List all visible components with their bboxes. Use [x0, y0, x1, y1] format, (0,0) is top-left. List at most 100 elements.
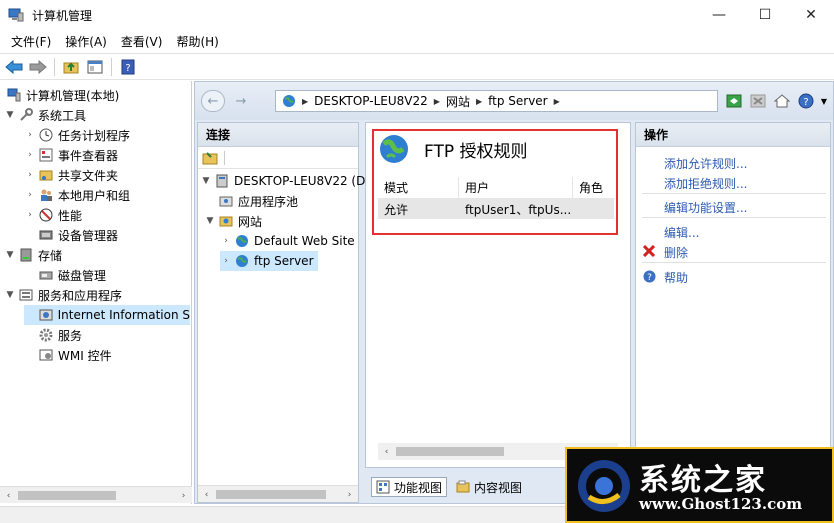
scrollbar-thumb[interactable] — [18, 491, 116, 500]
tree-item-device-manager[interactable]: 设备管理器 — [24, 225, 118, 245]
connections-pane: 连接 ▼ DESKTOP-LEU8V22 (DES 应用程序池 ▼ 网站 › D… — [197, 122, 381, 503]
chevron-down-icon[interactable]: ▼ — [200, 176, 212, 186]
remove-link[interactable]: 删除 — [664, 244, 688, 261]
tab-label: 内容视图 — [474, 480, 523, 495]
stop-button[interactable] — [749, 92, 767, 110]
scroll-left-icon[interactable]: ‹ — [198, 486, 215, 503]
add-allow-rule-link[interactable]: 添加允许规则... — [664, 155, 747, 172]
conn-item-ftp-server[interactable]: › ftp Server — [220, 251, 318, 271]
scrollbar-thumb[interactable] — [396, 447, 504, 456]
chevron-right-icon[interactable]: › — [220, 256, 232, 266]
minimize-button[interactable]: — — [696, 0, 742, 30]
help-button[interactable]: ? — [118, 57, 138, 77]
chevron-down-icon[interactable]: ▼ — [4, 110, 16, 120]
menu-view[interactable]: 查看(V) — [114, 33, 170, 50]
refresh-button[interactable] — [725, 92, 743, 110]
up-folder-icon — [63, 62, 79, 73]
iis-forward-button[interactable]: → — [229, 90, 253, 112]
tree-item-performance[interactable]: › 性能 — [24, 205, 82, 225]
tree-item-services-apps[interactable]: ▼ 服务和应用程序 — [4, 285, 122, 305]
computer-management-icon — [8, 8, 24, 22]
breadcrumb-server[interactable]: DESKTOP-LEU8V22 — [314, 94, 428, 108]
watermark: 系统之家 www.Ghost123.com — [565, 447, 834, 523]
help-circle-icon: ? — [798, 93, 814, 109]
conn-item-sites[interactable]: ▼ 网站 — [200, 211, 262, 231]
tab-content-view[interactable]: 内容视图 — [451, 477, 527, 497]
tree-item-event-viewer[interactable]: › 事件查看器 — [24, 145, 118, 165]
tree-item-local-users[interactable]: › 本地用户和组 — [24, 185, 130, 205]
refresh-icon — [726, 94, 742, 108]
chevron-down-icon[interactable]: ▼ — [204, 216, 216, 226]
chevron-down-icon[interactable]: ▼ — [4, 290, 16, 300]
globe-icon — [234, 233, 250, 249]
chevron-right-icon[interactable]: › — [24, 130, 36, 140]
horizontal-scrollbar[interactable]: ‹ › — [198, 485, 358, 502]
tree-label: 服务和应用程序 — [38, 288, 123, 303]
maximize-button[interactable]: ☐ — [742, 0, 788, 30]
address-bar[interactable]: ▶ DESKTOP-LEU8V22 ▶ 网站 ▶ ftp Server ▶ — [275, 90, 718, 112]
add-deny-rule-link[interactable]: 添加拒绝规则... — [664, 175, 747, 192]
chevron-right-icon[interactable]: › — [24, 170, 36, 180]
menu-action[interactable]: 操作(A) — [58, 33, 114, 50]
menu-help[interactable]: 帮助(H) — [169, 33, 225, 50]
chevron-right-icon[interactable]: › — [24, 150, 36, 160]
scroll-right-icon[interactable]: › — [341, 486, 358, 503]
chevron-down-icon[interactable]: ▼ — [4, 250, 16, 260]
tree-item-disk-management[interactable]: 磁盘管理 — [24, 265, 106, 285]
tree-item-shared-folders[interactable]: › 共享文件夹 — [24, 165, 118, 185]
back-button[interactable] — [4, 57, 24, 77]
feature-page: FTP 授权规则 模式 用户 角色 允许 ftpUser1、ftpUs... ‹… — [365, 122, 631, 468]
forward-button[interactable] — [28, 57, 48, 77]
scroll-right-icon[interactable]: › — [175, 487, 192, 504]
breadcrumb-ftp-server[interactable]: ftp Server — [488, 94, 548, 108]
breadcrumb-sites[interactable]: 网站 — [446, 93, 470, 110]
tree-item-services[interactable]: 服务 — [24, 325, 82, 345]
scrollbar-thumb[interactable] — [216, 490, 326, 499]
scroll-left-icon[interactable]: ‹ — [0, 487, 17, 504]
close-button[interactable]: ✕ — [788, 0, 834, 30]
menu-file[interactable]: 文件(F) — [4, 33, 58, 50]
tree-label: 本地用户和组 — [58, 188, 131, 203]
iis-help-button[interactable]: ? — [797, 92, 815, 110]
actions-header: 操作 — [636, 123, 830, 147]
chevron-right-icon[interactable]: › — [220, 236, 232, 246]
tree-item-system-tools[interactable]: ▼ 系统工具 — [4, 105, 86, 125]
server-icon — [214, 173, 230, 189]
up-folder-button[interactable] — [61, 57, 81, 77]
help-link[interactable]: 帮助 — [664, 269, 688, 286]
tab-features-view[interactable]: 功能视图 — [371, 477, 448, 497]
breadcrumb-arrow-icon: ▶ — [433, 96, 440, 106]
edit-link[interactable]: 编辑... — [664, 224, 699, 241]
tree-label: 计算机管理(本地) — [26, 88, 120, 103]
tab-label: 功能视图 — [394, 480, 443, 495]
tree-item-wmi[interactable]: WMI 控件 — [24, 345, 112, 365]
conn-item-default-site[interactable]: › Default Web Site — [220, 231, 355, 251]
stop-icon — [750, 94, 766, 108]
back-arrow-icon — [5, 59, 23, 74]
tools-icon — [18, 107, 34, 123]
console-tree-icon — [87, 60, 103, 73]
dropdown-arrow-icon[interactable]: ▼ — [821, 97, 827, 106]
iis-back-button[interactable]: ← — [201, 90, 225, 112]
tree-item-task-scheduler[interactable]: › 任务计划程序 — [24, 125, 130, 145]
storage-icon — [18, 247, 34, 263]
connect-icon[interactable] — [202, 150, 218, 166]
tree-label: 设备管理器 — [58, 228, 119, 243]
tree-label: 任务计划程序 — [58, 128, 131, 143]
chevron-right-icon[interactable]: › — [24, 190, 36, 200]
scroll-left-icon[interactable]: ‹ — [378, 443, 395, 460]
home-button[interactable] — [773, 92, 791, 110]
chevron-right-icon[interactable]: › — [24, 210, 36, 220]
gear-icon — [38, 327, 54, 343]
brand-logo-icon — [578, 460, 630, 512]
conn-item-server[interactable]: ▼ DESKTOP-LEU8V22 (DES — [200, 171, 381, 191]
show-hide-tree-button[interactable] — [85, 57, 105, 77]
edit-feature-settings-link[interactable]: 编辑功能设置... — [664, 199, 747, 216]
iis-icon — [38, 307, 54, 323]
tree-item-storage[interactable]: ▼ 存储 — [4, 245, 62, 265]
horizontal-scrollbar[interactable]: ‹ › — [0, 486, 192, 503]
tree-item-iis[interactable]: Internet Information S — [24, 305, 190, 325]
watermark-url: www.Ghost123.com — [639, 495, 803, 513]
tree-item-root[interactable]: 计算机管理(本地) — [4, 85, 119, 105]
conn-item-app-pools[interactable]: 应用程序池 — [216, 191, 298, 211]
